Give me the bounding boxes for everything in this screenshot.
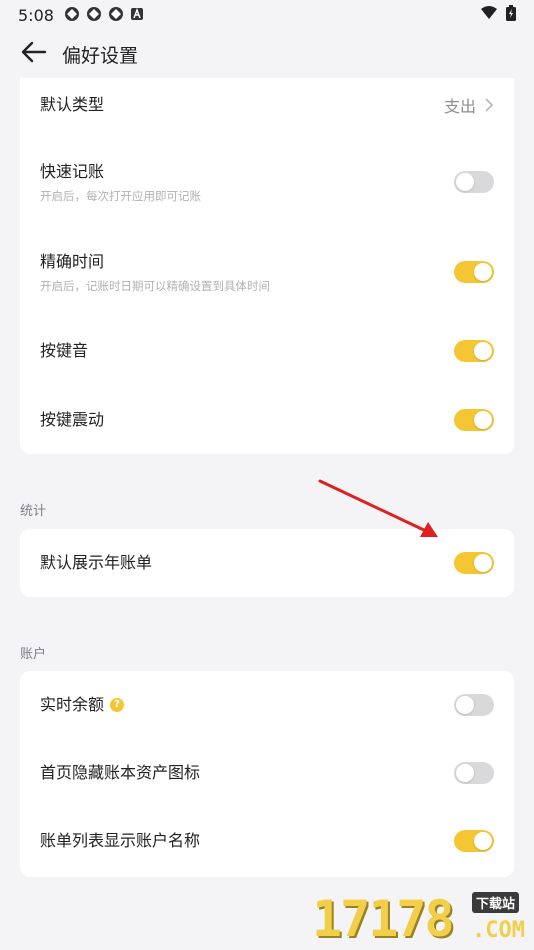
status-bar: 5:08 (0, 0, 534, 30)
show-account-name-toggle[interactable] (454, 830, 494, 852)
key-vibrate-toggle[interactable] (454, 409, 494, 431)
default-type-label: 默认类型 (40, 95, 105, 114)
app-icon (64, 6, 80, 25)
quick-record-description: 开启后，每次打开应用即可记账 (40, 189, 201, 203)
show-account-name-label: 账单列表显示账户名称 (40, 831, 201, 850)
app-icon (108, 6, 124, 25)
default-type-row[interactable]: 默认类型 支出 (20, 78, 514, 132)
stats-section-label: 统计 (20, 504, 47, 519)
key-vibrate-label: 按键震动 (40, 410, 105, 429)
page-title: 偏好设置 (62, 44, 139, 67)
hide-asset-icon-toggle[interactable] (454, 762, 494, 784)
hide-asset-icon-row: 首页隐藏账本资产图标 (20, 739, 514, 807)
stats-settings-card: 默认展示年账单 (20, 529, 514, 597)
quick-record-label: 快速记账 (40, 162, 105, 181)
realtime-balance-label-wrap: 实时余额 ? (40, 694, 125, 716)
watermark-number: 17178 (312, 890, 455, 948)
back-button[interactable] (18, 38, 50, 70)
precise-time-row: 精确时间 开启后，记账时日期可以精确设置到具体时间 (20, 238, 514, 306)
quick-record-row: 快速记账 开启后，每次打开应用即可记账 (20, 148, 514, 216)
precise-time-label: 精确时间 (40, 252, 105, 271)
wifi-icon (480, 6, 498, 24)
watermark-logo: 17178 下载站 .COM (312, 890, 534, 950)
default-type-value: 支出 (443, 97, 476, 116)
watermark-com: .COM (472, 918, 525, 943)
account-settings-card: 实时余额 ? 首页隐藏账本资产图标 账单列表显示账户名称 (20, 671, 514, 877)
battery-icon (506, 5, 516, 25)
chevron-right-icon (484, 95, 494, 115)
general-settings-card: 默认类型 支出 快速记账 开启后，每次打开应用即可记账 精确时间 开启后，记账时… (20, 78, 514, 454)
a-icon (130, 7, 144, 24)
show-year-bill-label: 默认展示年账单 (40, 553, 153, 572)
show-account-name-row: 账单列表显示账户名称 (20, 807, 514, 875)
app-icon (86, 6, 102, 25)
precise-time-description: 开启后，记账时日期可以精确设置到具体时间 (40, 279, 270, 293)
realtime-balance-label: 实时余额 (40, 695, 105, 714)
key-vibrate-row: 按键震动 (20, 393, 514, 447)
realtime-balance-toggle[interactable] (454, 694, 494, 716)
show-year-bill-row: 默认展示年账单 (20, 529, 514, 597)
status-system-icons (480, 5, 516, 25)
watermark-badge: 下载站 (472, 892, 520, 913)
app-bar: 偏好设置 (0, 30, 534, 78)
show-year-bill-toggle[interactable] (454, 552, 494, 574)
key-sound-toggle[interactable] (454, 340, 494, 362)
quick-record-toggle[interactable] (454, 171, 494, 193)
help-icon[interactable]: ? (110, 698, 125, 712)
back-arrow-icon (21, 41, 47, 67)
status-notification-icons (64, 6, 144, 25)
key-sound-label: 按键音 (40, 341, 89, 360)
status-time: 5:08 (18, 5, 54, 25)
account-section-label: 账户 (20, 647, 47, 662)
hide-asset-icon-label: 首页隐藏账本资产图标 (40, 763, 201, 782)
precise-time-toggle[interactable] (454, 261, 494, 283)
realtime-balance-row: 实时余额 ? (20, 671, 514, 739)
key-sound-row: 按键音 (20, 324, 514, 378)
